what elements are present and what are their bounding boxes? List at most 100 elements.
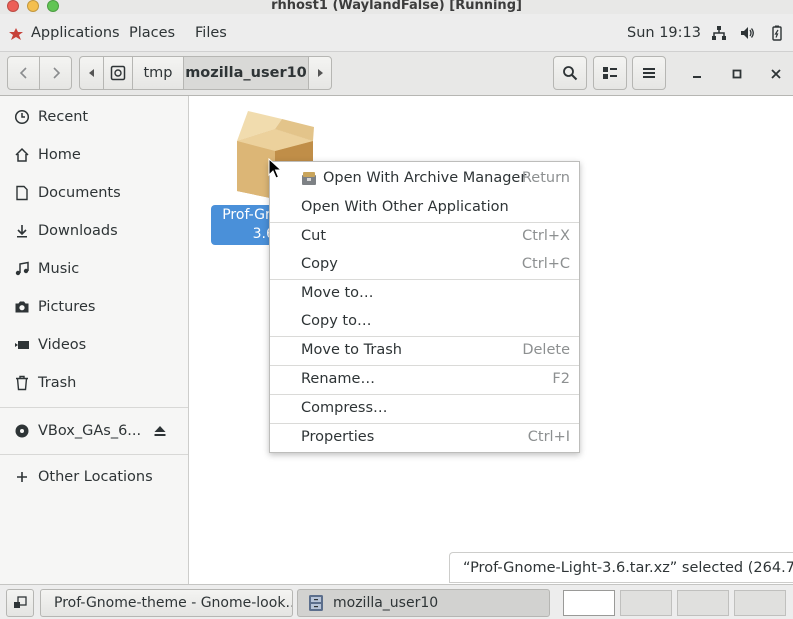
applications-logo-icon [9,28,23,40]
path-segment-tmp[interactable]: tmp [132,56,184,90]
camera-icon [14,299,30,315]
menu-item-label: Copy [301,256,338,272]
maximize-icon [732,69,742,79]
sidebar-item-label: Downloads [38,223,118,239]
sidebar-item-label: Home [38,147,81,163]
files-cabinet-icon [309,595,323,611]
sidebar-item-trash[interactable]: Trash [0,364,188,402]
menu-item-label: Open With Other Application [301,199,509,215]
menu-item-accel: Ctrl+I [527,429,570,445]
sidebar-item-home[interactable]: Home [0,136,188,174]
search-icon [563,66,578,81]
sidebar-item-label: Documents [38,185,121,201]
clock-icon [14,109,30,125]
menu-item-label: Open With Archive Manager [323,170,527,186]
menu-item-accel: Delete [522,342,570,358]
network-icon[interactable] [711,25,727,41]
path-segment-current[interactable]: mozilla_user10 [183,56,309,90]
places-sidebar: Recent Home Documents Downloads Music Pi… [0,96,189,584]
menu-item-label: Compress… [301,400,388,416]
places-menu[interactable]: Places [129,14,175,52]
nautilus-header-bar: tmp mozilla_user10 [0,52,793,96]
close-icon [771,69,781,79]
view-toggle-button[interactable] [593,56,627,90]
download-icon [14,223,30,239]
files-app-menu[interactable]: Files [195,14,227,52]
taskbar-item-files[interactable]: mozilla_user10 [297,589,550,617]
back-button[interactable] [7,56,40,90]
menu-item-accel: Ctrl+X [522,228,570,244]
back-icon [19,67,27,79]
drive-icon [110,65,126,81]
menu-item-accel: Ctrl+C [521,256,570,272]
taskbar-item-label: mozilla_user10 [333,595,439,611]
minimize-icon [693,76,701,78]
search-button[interactable] [553,56,587,90]
taskbar-item-firefox[interactable]: Prof-Gnome-theme - Gnome-look… [40,589,293,617]
menu-item-label: Cut [301,228,326,244]
path-scroll-left[interactable] [79,56,104,90]
sidebar-divider [0,407,188,408]
menu-item-rename[interactable]: Rename… F2 [270,365,579,393]
workspace-1[interactable] [563,590,615,616]
menu-item-move-to-trash[interactable]: Move to Trash Delete [270,336,579,364]
close-button[interactable] [757,52,793,96]
menu-item-label: Move to Trash [301,342,402,358]
menu-item-copy-to[interactable]: Copy to… [270,307,579,335]
volume-icon[interactable] [739,25,755,41]
caret-left-icon [88,69,94,77]
sidebar-item-label: Recent [38,109,89,125]
applications-menu[interactable]: Applications [31,14,120,52]
menu-item-label: Move to… [301,285,374,301]
path-bar: tmp mozilla_user10 [79,56,332,90]
disc-icon [14,423,30,439]
window-title: rhhost1 (WaylandFalse) [Running] [271,0,522,13]
maximize-button[interactable] [718,52,756,96]
menu-item-compress[interactable]: Compress… [270,394,579,422]
clock[interactable]: Sun 19:13 [627,14,701,52]
sidebar-item-documents[interactable]: Documents [0,174,188,212]
menu-item-properties[interactable]: Properties Ctrl+I [270,423,579,451]
sidebar-item-recent[interactable]: Recent [0,98,188,136]
sidebar-item-device[interactable]: VBox_GAs_6... [0,412,188,450]
menu-item-accel: Return [521,170,570,186]
gnome-top-bar: Applications Places Files Sun 19:13 [0,14,793,52]
archive-manager-icon [302,172,316,185]
menu-item-accel: F2 [552,371,570,387]
show-desktop-button[interactable] [6,589,34,617]
eject-icon[interactable] [153,424,167,438]
menu-item-label: Copy to… [301,313,372,329]
forward-button[interactable] [39,56,72,90]
workspace-4[interactable] [734,590,786,616]
selection-status: “Prof-Gnome-Light-3.6.tar.xz” selected (… [449,552,793,583]
menu-item-label: Rename… [301,371,375,387]
path-root-button[interactable] [103,56,133,90]
list-view-icon [603,67,617,79]
battery-icon[interactable] [769,25,785,41]
mouse-pointer-icon [268,158,282,179]
sidebar-item-videos[interactable]: Videos [0,326,188,364]
caret-right-icon [318,69,323,77]
show-desktop-icon [14,596,27,608]
sidebar-item-other-locations[interactable]: Other Locations [0,458,188,496]
main-menu-button[interactable] [632,56,666,90]
document-icon [14,185,30,201]
menu-item-move-to[interactable]: Move to… [270,279,579,307]
menu-item-open-other-application[interactable]: Open With Other Application [270,193,579,221]
menu-item-copy[interactable]: Copy Ctrl+C [270,250,579,278]
menu-item-cut[interactable]: Cut Ctrl+X [270,222,579,250]
sidebar-item-label: Videos [38,337,87,353]
workspace-3[interactable] [677,590,729,616]
sidebar-item-label: Pictures [38,299,96,315]
sidebar-item-music[interactable]: Music [0,250,188,288]
forward-icon [52,67,60,79]
sidebar-item-downloads[interactable]: Downloads [0,212,188,250]
workspace-2[interactable] [620,590,672,616]
vm-title-bar: rhhost1 (WaylandFalse) [Running] [0,0,793,14]
menu-item-open-archive-manager[interactable]: Open With Archive Manager Return [270,164,579,192]
plus-icon [14,469,30,485]
minimize-button[interactable] [678,52,716,96]
home-icon [14,147,30,163]
path-scroll-right[interactable] [308,56,332,90]
sidebar-item-pictures[interactable]: Pictures [0,288,188,326]
